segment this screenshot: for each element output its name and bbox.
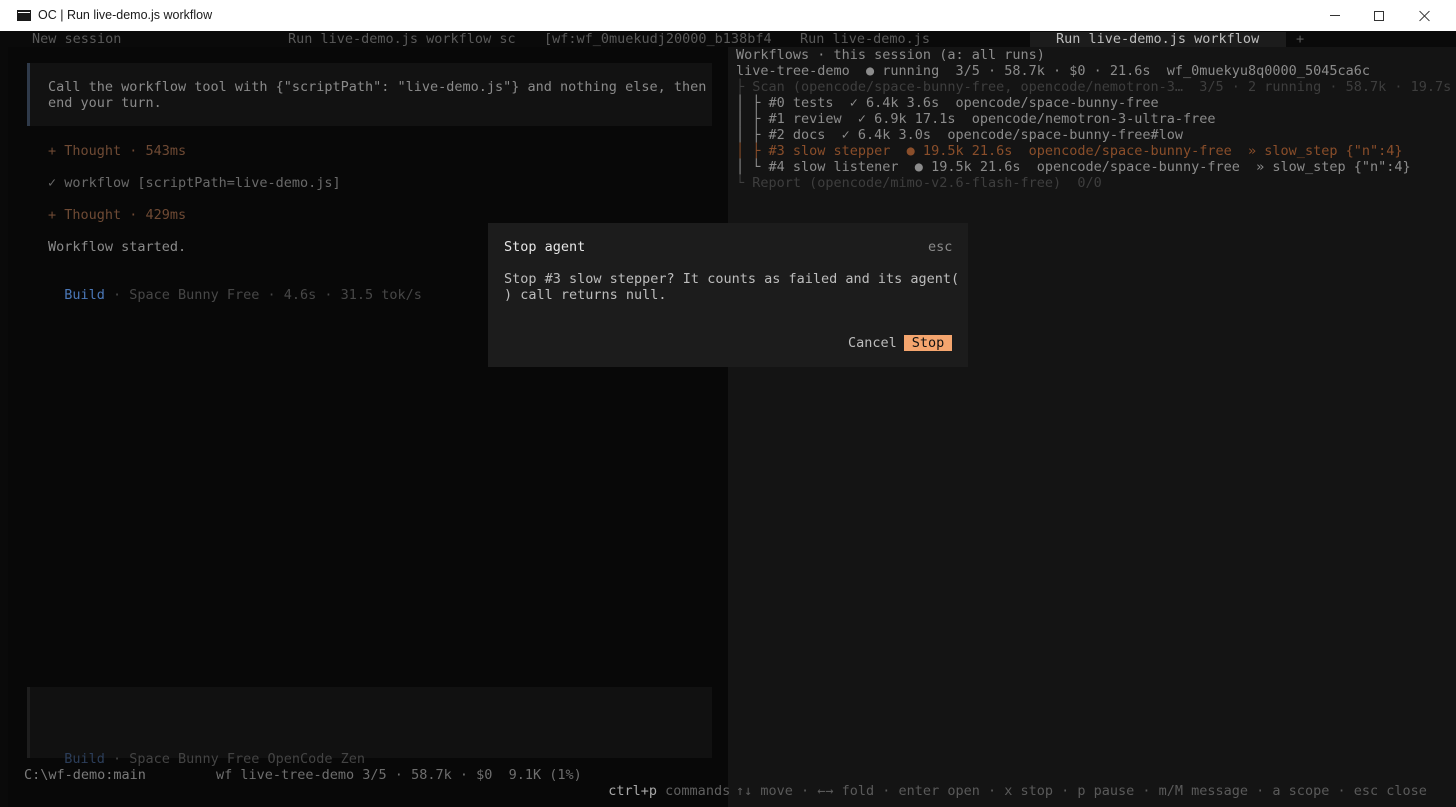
build-mode-label: Build	[64, 287, 105, 303]
report-step-row[interactable]: └ Report (opencode/mimo-v2.6-flash-free)…	[736, 175, 1102, 191]
build-info: Build · Space Bunny Free · 4.6s · 31.5 t…	[48, 271, 422, 303]
agent-row[interactable]: │ └ #4 slow listener ● 19.5k 21.6s openc…	[736, 159, 1411, 175]
tab-new-session[interactable]: New session	[32, 31, 121, 47]
window-title: OC | Run live-demo.js workflow	[38, 8, 213, 22]
workflow-run-summary[interactable]: live-tree-demo ● running 3/5 · 58.7k · $…	[736, 63, 1370, 79]
tab-run-active[interactable]: Run live-demo.js workflow	[1056, 31, 1259, 47]
tab-workflow-id[interactable]: [wf:wf_0muekudj20000_b138bf4	[544, 31, 772, 47]
thought-toggle-2[interactable]: + Thought · 429ms	[48, 207, 186, 223]
commands-shortcut-key: ctrl+p	[608, 783, 658, 799]
input-mode-label[interactable]: Build	[64, 751, 105, 767]
commands-shortcut-label: commands	[657, 783, 731, 799]
thought-toggle-1[interactable]: + Thought · 543ms	[48, 143, 186, 159]
window-titlebar: OC | Run live-demo.js workflow	[0, 0, 1456, 31]
input-model-label[interactable]: · Space Bunny Free OpenCode Zen	[105, 751, 365, 767]
dialog-title: Stop agent	[504, 239, 586, 255]
input-mode-info: Build · Space Bunny Free OpenCode Zen	[48, 735, 365, 767]
close-icon	[1419, 10, 1431, 22]
status-workflow: wf live-tree-demo 3/5 · 58.7k · $0 9.1K …	[216, 767, 582, 783]
status-commands[interactable]: ctrl+p commands	[592, 767, 730, 799]
keyboard-help: ↑↓ move · ←→ fold · enter open · x stop …	[736, 783, 1427, 799]
user-prompt-line2: end your turn.	[48, 95, 162, 111]
agent-row[interactable]: │ ├ #2 docs ✓ 6.4k 3.0s opencode/space-b…	[736, 127, 1183, 143]
tool-call-workflow[interactable]: ✓ workflow [scriptPath=live-demo.js]	[48, 175, 341, 191]
terminal-app-icon	[17, 10, 31, 21]
minimize-button[interactable]	[1312, 0, 1358, 31]
maximize-icon	[1374, 10, 1384, 21]
status-path: C:\wf-demo:main	[24, 767, 146, 783]
stop-button[interactable]: Stop	[904, 335, 952, 351]
agent-row-selected[interactable]: │ ├ #3 slow stepper ● 19.5k 21.6s openco…	[736, 143, 1402, 159]
dialog-message-line1: Stop #3 slow stepper? It counts as faile…	[504, 271, 960, 287]
scan-step-row[interactable]: ├ Scan (opencode/space-bunny-free, openc…	[736, 79, 1451, 95]
agent-row[interactable]: │ ├ #0 tests ✓ 6.4k 3.6s opencode/space-…	[736, 95, 1159, 111]
dialog-esc-hint[interactable]: esc	[928, 239, 952, 255]
dialog-message-line2: ) call returns null.	[504, 287, 667, 303]
tab-run-file[interactable]: Run live-demo.js	[800, 31, 930, 47]
minimize-icon	[1330, 15, 1340, 16]
cancel-button[interactable]: Cancel	[848, 335, 897, 351]
close-window-button[interactable]	[1402, 0, 1448, 31]
tab-add-button[interactable]: +	[1296, 31, 1304, 47]
build-meta: · Space Bunny Free · 4.6s · 31.5 tok/s	[104, 287, 422, 303]
assistant-message: Workflow started.	[48, 239, 187, 255]
user-prompt-line1: Call the workflow tool with {"scriptPath…	[48, 79, 707, 95]
agent-row[interactable]: │ ├ #1 review ✓ 6.9k 17.1s opencode/nemo…	[736, 111, 1216, 127]
workflows-header: Workflows · this session (a: all runs)	[736, 47, 1045, 63]
tab-run-workflow[interactable]: Run live-demo.js workflow sc	[288, 31, 516, 47]
maximize-button[interactable]	[1356, 0, 1402, 31]
